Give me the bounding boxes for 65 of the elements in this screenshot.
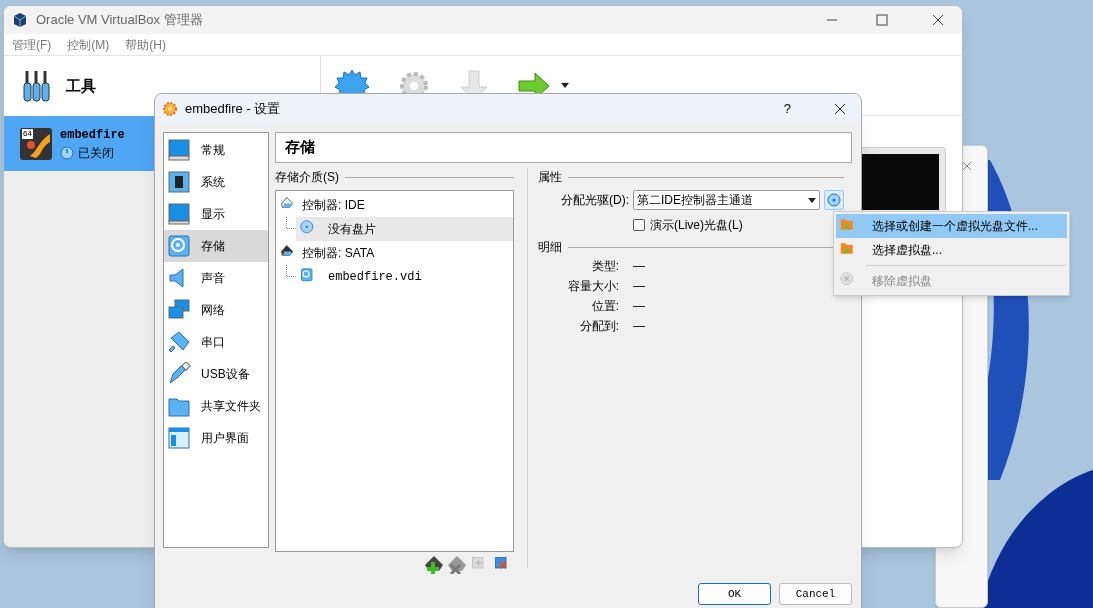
- section-item[interactable]: USB设备: [164, 358, 268, 390]
- remove-controller-icon: [448, 556, 467, 574]
- window-title: Oracle VM VirtualBox 管理器: [36, 11, 203, 30]
- disc-menu-button[interactable]: [824, 190, 844, 210]
- tree-line: [286, 265, 296, 277]
- section-item[interactable]: 声音: [164, 262, 268, 294]
- tree-item[interactable]: embedfire.vdi: [296, 265, 514, 289]
- chip-icon: [167, 170, 191, 194]
- monitor-icon: [167, 138, 191, 162]
- detail-label: 类型:: [590, 258, 620, 275]
- dialog-button[interactable]: Cancel: [779, 583, 852, 605]
- menu-item[interactable]: 管理(F): [12, 35, 52, 54]
- section-item[interactable]: 串口: [164, 326, 268, 358]
- section-item[interactable]: 用户界面: [164, 422, 268, 454]
- section-item[interactable]: 网络: [164, 294, 268, 326]
- detail-value: —: [632, 298, 645, 315]
- caret-icon[interactable]: [561, 83, 569, 88]
- section-item[interactable]: 存储: [164, 230, 268, 262]
- menu-item[interactable]: 选择或创建一个虚拟光盘文件...: [836, 214, 1067, 238]
- monitor-icon: [167, 202, 191, 226]
- detail-value: —: [632, 318, 645, 335]
- menu-item[interactable]: 帮助(H): [125, 35, 166, 54]
- power-icon: [60, 145, 74, 160]
- tree-item[interactable]: 控制器: SATA: [276, 241, 514, 265]
- checkbox-label: 演示(Live)光盘(L): [650, 217, 743, 234]
- menu-item[interactable]: 选择虚拟盘...: [836, 238, 1067, 262]
- checkbox[interactable]: [633, 219, 645, 231]
- detail-label: 位置:: [590, 298, 620, 315]
- tools-label: 工具: [66, 75, 96, 96]
- drive-select[interactable]: 第二IDE控制器主通道: [633, 190, 820, 210]
- close-icon[interactable]: [834, 102, 846, 115]
- add-controller-icon: [425, 556, 444, 574]
- section-item[interactable]: 显示: [164, 198, 268, 230]
- os-badge: 64: [21, 127, 34, 140]
- vm-state: 已关闭: [78, 144, 114, 162]
- help-button[interactable]: ?: [783, 98, 791, 119]
- os-icon: [20, 127, 52, 160]
- tree-line: [286, 217, 296, 229]
- tools-icon: [22, 69, 52, 103]
- caret-icon: [808, 197, 816, 203]
- group-label: 属性: [538, 169, 562, 186]
- section-item[interactable]: 系统: [164, 166, 268, 198]
- dialog-button[interactable]: OK: [698, 583, 771, 605]
- network-icon: [167, 298, 191, 322]
- page-header: 存储: [275, 132, 852, 163]
- detail-value: —: [632, 278, 645, 295]
- tree-item[interactable]: 控制器: IDE: [276, 193, 514, 217]
- dialog-title: embedfire - 设置: [185, 99, 281, 118]
- detail-value: —: [632, 258, 645, 275]
- menu-item[interactable]: 控制(M): [67, 35, 110, 54]
- tree-item[interactable]: 没有盘片: [296, 217, 514, 241]
- detail-label: 分配到:: [578, 318, 620, 335]
- detail-label: 容量大小:: [566, 278, 620, 295]
- maximize-icon[interactable]: [876, 14, 888, 26]
- group-label: 存储介质(S): [275, 169, 339, 186]
- window-icon: [167, 426, 191, 450]
- gear-icon: [162, 100, 178, 117]
- cube-icon: [12, 12, 28, 28]
- group-label: 明细: [538, 239, 562, 256]
- drive-label: 分配光驱(D):: [560, 192, 630, 209]
- close-icon: [962, 161, 972, 171]
- section-item[interactable]: 共享文件夹: [164, 390, 268, 422]
- close-icon[interactable]: [932, 14, 944, 26]
- section-item[interactable]: 常规: [164, 134, 268, 166]
- vm-name: embedfire: [60, 126, 125, 144]
